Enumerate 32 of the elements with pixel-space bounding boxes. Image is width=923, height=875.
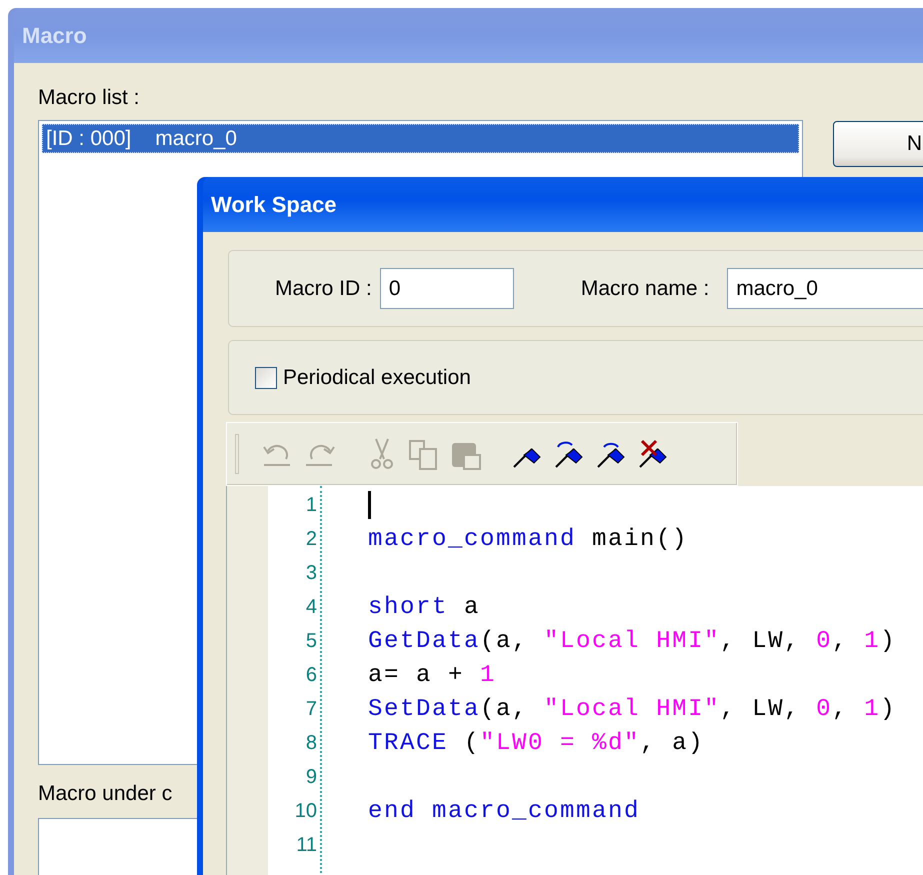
line-number: 1 (304, 493, 318, 518)
code-line: a= a + 1 (368, 662, 496, 688)
window-title: Work Space (211, 192, 337, 218)
macro-id-label: Macro ID : (275, 276, 372, 300)
macro-under-label: Macro under c (38, 782, 174, 806)
line-number: 2 (304, 527, 318, 552)
line-number: 4 (304, 595, 318, 620)
line-number: 9 (304, 765, 318, 790)
line-number: 10 (294, 799, 318, 824)
copy-icon (406, 437, 440, 471)
line-number: 5 (304, 629, 318, 654)
macro-list-label: Macro list : (38, 86, 141, 110)
side-button[interactable]: N (833, 121, 923, 167)
code-editor[interactable]: 1 2 3 4 5 6 7 8 9 10 11 macro_command main() short a GetData(a, "Local HMI", LW, 0, 1) a= a + 1 SetData(a, "Local HMI", LW, 0, 1) TRACE ("LW0 = %d", a) end macro_command (226, 486, 923, 875)
line-number: 11 (295, 833, 318, 858)
code-line: TRACE ("LW0 = %d", a) (368, 730, 704, 756)
window-title: Macro (22, 22, 87, 48)
macro-list-item[interactable]: [ID : 000] macro_0 (42, 124, 799, 153)
line-number: 8 (304, 731, 318, 756)
macro-id-field[interactable]: 0 (380, 268, 514, 309)
macro-name-label: Macro name : (580, 276, 710, 300)
periodical-label: Periodical execution (283, 366, 471, 390)
periodical-checkbox[interactable] (255, 366, 277, 388)
line-number: 6 (304, 663, 318, 688)
code-line: SetData(a, "Local HMI", LW, 0, 1) (368, 696, 896, 722)
macro-name-field[interactable]: macro_0 (727, 268, 923, 309)
code-line: macro_command main() (368, 526, 688, 552)
line-number: 7 (304, 697, 318, 722)
line-number: 3 (304, 561, 318, 586)
code-line: end macro_command (368, 798, 640, 824)
code-line: GetData(a, "Local HMI", LW, 0, 1) (368, 628, 896, 654)
code-line: short a (368, 594, 480, 620)
